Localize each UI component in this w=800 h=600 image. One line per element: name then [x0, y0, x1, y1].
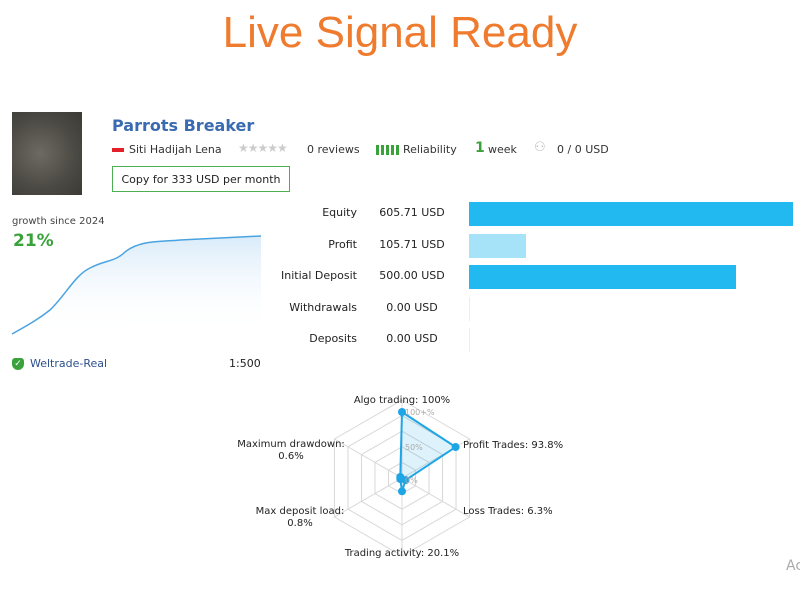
radar-ring-label: 100+%: [405, 408, 435, 417]
radar-axis-label: Max deposit load:: [256, 506, 345, 517]
radar-axis-label: Trading activity: 20.1%: [344, 548, 459, 559]
radar-axis-label: Loss Trades: 6.3%: [463, 506, 553, 517]
radar-axis-label: Algo trading: 100%: [354, 395, 450, 406]
radar-point: [398, 487, 406, 496]
radar-spoke: [334, 477, 403, 518]
radar-ring-label: 0%: [405, 476, 418, 485]
radar-point: [451, 443, 460, 452]
radar-axis-value: 0.6%: [278, 451, 303, 462]
radar-axis-label: Maximum drawdown:: [237, 439, 345, 450]
activation-watermark: Ac: [786, 558, 800, 574]
radar-axis-value: 0.8%: [287, 518, 312, 529]
radar-point: [396, 473, 405, 482]
radar-ring-label: 50%: [405, 443, 423, 452]
radar-axis-label: Profit Trades: 93.8%: [463, 440, 563, 451]
radar-chart: 100+% 50% 0% Algo trading: 100% Profit Trade…: [237, 395, 563, 559]
